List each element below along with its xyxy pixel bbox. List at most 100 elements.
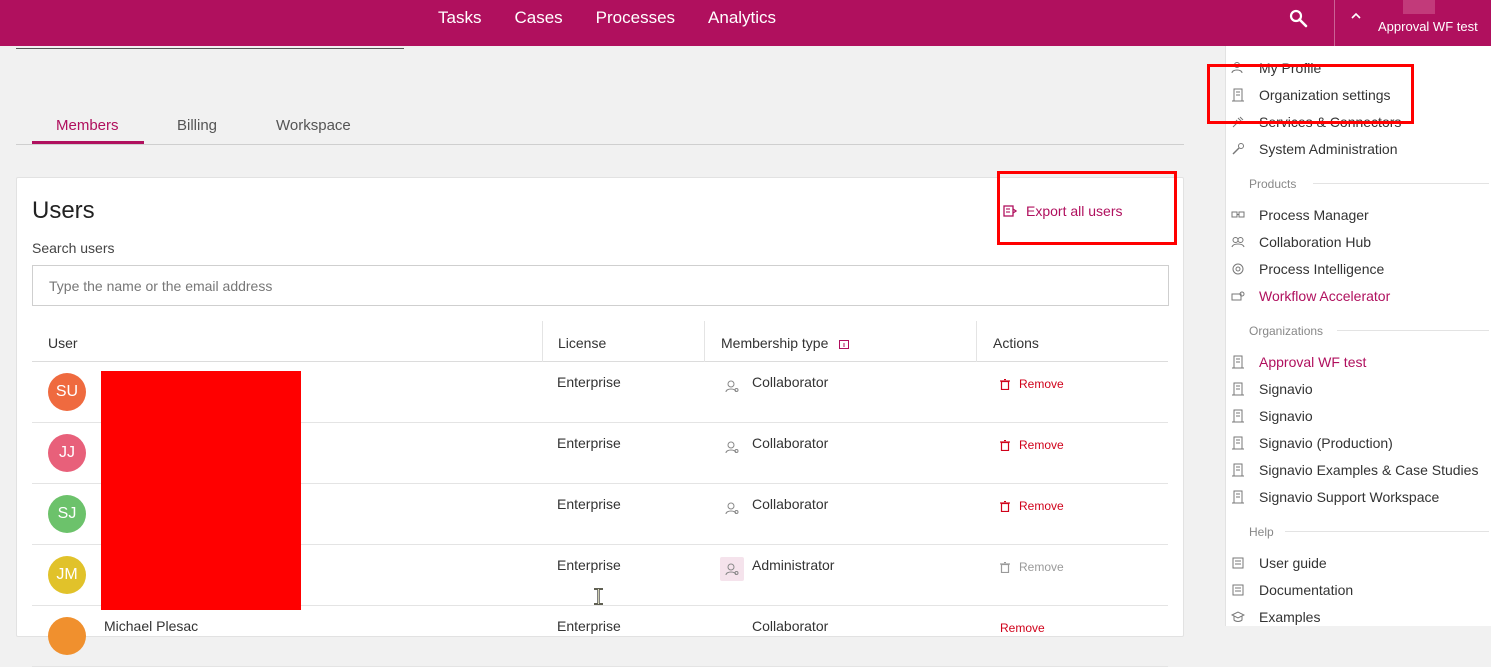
chevron-up-icon[interactable] [1349,9,1363,23]
export-all-users-button[interactable]: Export all users [1003,203,1122,219]
nav-cases[interactable]: Cases [514,8,562,28]
remove-button[interactable]: Remove [1000,377,1064,391]
search-users-input[interactable] [32,265,1169,306]
building-icon [1232,436,1244,450]
menu-heading-organizations: Organizations [1249,324,1324,338]
menu-heading-line [1313,183,1489,184]
license-value: Enterprise [557,557,621,573]
menu-heading-help: Help [1249,525,1274,539]
profile-icon [1231,62,1243,74]
collaboration-hub-icon [1231,237,1245,248]
info-icon[interactable] [839,339,850,349]
menu-item-services-connectors[interactable]: Services & Connectors [1231,114,1401,130]
trash-icon [1000,439,1010,451]
building-icon [1232,490,1244,504]
menu-item-label: Signavio (Production) [1259,435,1393,451]
avatar: SU [48,373,86,411]
users-title: Users [32,197,95,224]
nav-analytics[interactable]: Analytics [708,8,776,28]
building-icon [1232,382,1244,396]
menu-item-label: Collaboration Hub [1259,234,1372,250]
page-title-underline [16,48,404,49]
menu-item-collaboration-hub[interactable]: Collaboration Hub [1231,234,1371,250]
remove-label: Remove [1019,438,1064,452]
membership-value: Collaborator [752,374,829,390]
remove-label: Remove [1000,621,1045,635]
workflow-accelerator-icon [1231,291,1245,301]
menu-item-organization-settings[interactable]: Organization settings [1231,87,1391,103]
menu-item-org-signavio-examples[interactable]: Signavio Examples & Case Studies [1231,462,1478,478]
remove-button-disabled: Remove [1000,560,1064,574]
header-membership-type-label: Membership type [721,335,829,351]
remove-button[interactable]: Remove [1000,499,1064,513]
header-license: License [558,335,607,351]
avatar [48,617,86,655]
redaction-block [101,371,301,610]
export-all-users-label: Export all users [1026,203,1123,219]
menu-item-label: Signavio Support Workspace [1259,489,1440,505]
menu-item-org-signavio-2[interactable]: Signavio [1231,408,1313,424]
header-membership-type: Membership type [721,335,850,351]
collaborator-icon [720,496,744,520]
wrench-icon [1232,143,1244,155]
text-cursor-icon [594,588,603,605]
current-org-name[interactable]: Approval WF test [1378,19,1478,34]
building-icon [1232,463,1244,477]
tab-members[interactable]: Members [56,117,119,134]
building-icon [1232,409,1244,423]
menu-item-label: Signavio [1259,381,1313,397]
search-users-label: Search users [32,240,115,256]
menu-item-label: Organization settings [1259,87,1391,103]
menu-item-documentation[interactable]: Documentation [1231,582,1353,598]
column-separator [542,321,543,362]
administrator-icon [720,557,744,581]
trash-icon [1000,500,1010,512]
top-bar: Tasks Cases Processes Analytics Approval… [0,0,1491,46]
menu-item-label: Signavio [1259,408,1313,424]
menu-item-label: Services & Connectors [1259,114,1402,130]
nav-processes[interactable]: Processes [596,8,675,28]
menu-item-label: Signavio Examples & Case Studies [1259,462,1479,478]
menu-item-process-intelligence[interactable]: Process Intelligence [1231,261,1384,277]
book-icon [1232,584,1244,596]
menu-item-user-guide[interactable]: User guide [1231,555,1327,571]
avatar: JJ [48,434,86,472]
menu-item-org-approval-wf-test[interactable]: Approval WF test [1231,354,1366,370]
menu-item-label: System Administration [1259,141,1398,157]
trash-icon [1000,378,1010,390]
menu-item-label: My Profile [1259,60,1322,76]
org-logo-tile [1403,0,1435,14]
search-icon[interactable] [1288,8,1310,30]
export-icon [1003,205,1017,217]
graduation-cap-icon [1231,611,1245,622]
remove-label: Remove [1019,499,1064,513]
menu-item-my-profile[interactable]: My Profile [1231,60,1321,76]
tab-workspace[interactable]: Workspace [276,117,351,134]
column-separator [704,321,705,362]
nav-tasks[interactable]: Tasks [438,8,481,28]
process-manager-icon [1231,211,1245,218]
menu-item-process-manager[interactable]: Process Manager [1231,207,1369,223]
remove-button[interactable]: Remove [1000,621,1045,635]
menu-item-system-administration[interactable]: System Administration [1231,141,1398,157]
menu-heading-line [1337,330,1489,331]
menu-item-label: Examples [1259,609,1321,625]
menu-item-workflow-accelerator[interactable]: Workflow Accelerator [1231,288,1390,304]
menu-heading-line [1285,531,1489,532]
menu-item-org-signavio-production[interactable]: Signavio (Production) [1231,435,1393,451]
tab-billing[interactable]: Billing [177,117,217,134]
plug-icon [1232,116,1244,128]
menu-item-examples[interactable]: Examples [1231,609,1320,625]
license-value: Enterprise [557,618,621,634]
menu-heading-products: Products [1249,177,1297,191]
header-user: User [48,335,78,351]
remove-button[interactable]: Remove [1000,438,1064,452]
topbar-divider [1334,0,1335,46]
license-value: Enterprise [557,496,621,512]
main-nav: Tasks Cases Processes Analytics [438,0,809,36]
menu-item-org-signavio[interactable]: Signavio [1231,381,1313,397]
membership-value: Collaborator [752,435,829,451]
menu-item-org-signavio-support[interactable]: Signavio Support Workspace [1231,489,1439,505]
menu-item-label: Process Intelligence [1259,261,1385,277]
active-tab-indicator [32,141,144,144]
